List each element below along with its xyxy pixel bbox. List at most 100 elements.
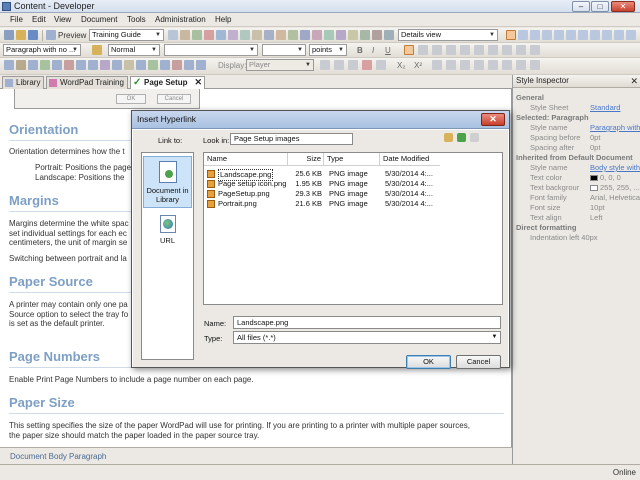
insert-icon-n[interactable] [160,60,170,70]
minimize-button[interactable]: – [572,1,590,12]
paragraph-style-select[interactable]: Paragraph with no ... ▼ [3,44,81,56]
align-center-icon[interactable] [418,45,428,55]
edit-icon-b[interactable] [334,60,344,70]
close-inspector-icon[interactable]: ✕ [630,75,638,87]
file-list[interactable]: Name Size Type Date Modified Landscape.p… [203,152,503,305]
indent-icon[interactable] [502,45,512,55]
file-row-pagesetup[interactable]: PageSetup.png 29.3 KB [205,189,322,199]
toolbar-icon-d[interactable] [204,30,214,40]
insert-icon-d[interactable] [40,60,50,70]
layout-icon-c[interactable] [530,30,540,40]
breadcrumb-document-body[interactable]: Document Body [10,452,67,461]
align-right-icon[interactable] [432,45,442,55]
insert-icon-q[interactable] [196,60,206,70]
toolbar-icon-o[interactable] [336,30,346,40]
body-style-link[interactable]: Body style with 8... [590,163,640,172]
color-icon[interactable] [516,45,526,55]
guide-select[interactable]: Training Guide ▼ [89,29,164,41]
italic-button[interactable]: I [372,46,374,55]
layout-icon-k[interactable] [626,30,636,40]
insert-icon-i[interactable] [100,60,110,70]
edit-icon-m[interactable] [530,60,540,70]
edit-icon-i[interactable] [474,60,484,70]
edit-icon-j[interactable] [488,60,498,70]
justify-icon[interactable] [446,45,456,55]
column-name[interactable]: Name [204,153,288,166]
open-icon[interactable] [16,30,26,40]
menu-help[interactable]: Help [215,15,231,24]
maximize-button[interactable]: □ [591,1,609,12]
dialog-close-button[interactable]: ✕ [481,113,505,126]
menu-administration[interactable]: Administration [155,15,206,24]
folder-icon[interactable] [444,133,453,142]
toolbar-icon-c[interactable] [192,30,202,40]
style-name-link[interactable]: Paragraph with n... [590,123,640,132]
align-left-icon[interactable] [404,45,414,55]
insert-icon-j[interactable] [112,60,122,70]
toolbar-icon-i[interactable] [264,30,274,40]
breadcrumb-paragraph[interactable]: Paragraph [69,452,106,461]
column-type[interactable]: Type [324,153,380,166]
toolbar-icon-b[interactable] [180,30,190,40]
new-icon[interactable] [4,30,14,40]
toolbar-icon-r[interactable] [372,30,382,40]
file-type-select[interactable]: All files (*.*) ▼ [233,331,501,344]
edit-icon-l[interactable] [516,60,526,70]
layout-icon-e[interactable] [554,30,564,40]
insert-icon-k[interactable] [124,60,134,70]
underline-button[interactable]: U [385,46,391,55]
insert-icon-a[interactable] [4,60,14,70]
new-folder-icon[interactable] [470,133,479,142]
file-row-page-setup-icon[interactable]: Page setup icon.png 1.95 KB [205,179,322,189]
menu-view[interactable]: View [54,15,71,24]
file-row-landscape[interactable]: Landscape.png 25.6 KB [205,169,322,181]
highlight-icon[interactable] [530,45,540,55]
preview-button[interactable]: Preview [58,31,86,40]
menu-document[interactable]: Document [81,15,117,24]
bullets-icon[interactable] [460,45,470,55]
layout-icon-g[interactable] [578,30,588,40]
up-folder-icon[interactable] [457,133,466,142]
layout-icon-d[interactable] [542,30,552,40]
ok-button[interactable]: OK [406,355,451,369]
preview-icon[interactable] [46,30,56,40]
insert-icon-f[interactable] [64,60,74,70]
file-name-input[interactable]: Landscape.png [233,316,501,329]
toolbar-icon-m[interactable] [312,30,322,40]
cancel-button[interactable]: Cancel [456,355,501,369]
view-select[interactable]: Details view ▼ [398,29,498,41]
insert-icon-e[interactable] [52,60,62,70]
toolbar-icon-s[interactable] [384,30,394,40]
toolbar-icon-n[interactable] [324,30,334,40]
layout-icon-f[interactable] [566,30,576,40]
layout-icon-h[interactable] [590,30,600,40]
save-icon[interactable] [28,30,38,40]
insert-icon-m[interactable] [148,60,158,70]
look-in-field[interactable]: Page Setup images [230,133,353,145]
link-url[interactable]: URL [143,215,192,247]
edit-icon-c[interactable] [348,60,358,70]
menu-edit[interactable]: Edit [32,15,46,24]
tab-page-setup[interactable]: ✓ Page Setup ✕ [130,76,205,90]
toolbar-icon-h[interactable] [252,30,262,40]
layout-icon-a[interactable] [506,30,516,40]
toolbar-icon-g[interactable] [240,30,250,40]
font-select[interactable]: ▼ [164,44,258,56]
edit-icon-g[interactable] [446,60,456,70]
close-window-button[interactable]: ✕ [611,1,635,12]
insert-icon-h[interactable] [88,60,98,70]
edit-icon-f[interactable] [432,60,442,70]
edit-icon-e[interactable] [376,60,386,70]
insert-icon-l[interactable] [136,60,146,70]
numbering-icon[interactable] [474,45,484,55]
style-icon[interactable] [92,45,102,55]
style-select[interactable]: Normal ▼ [108,44,160,56]
subscript-button[interactable]: X₂ [397,61,405,70]
insert-icon-c[interactable] [28,60,38,70]
bold-button[interactable]: B [357,46,363,55]
file-row-portrait[interactable]: Portrait.png 21.6 KB [205,199,322,209]
edit-icon-d[interactable] [362,60,372,70]
toolbar-icon-j[interactable] [276,30,286,40]
tab-wordpad-training[interactable]: WordPad Training [46,76,128,89]
layout-icon-b[interactable] [518,30,528,40]
